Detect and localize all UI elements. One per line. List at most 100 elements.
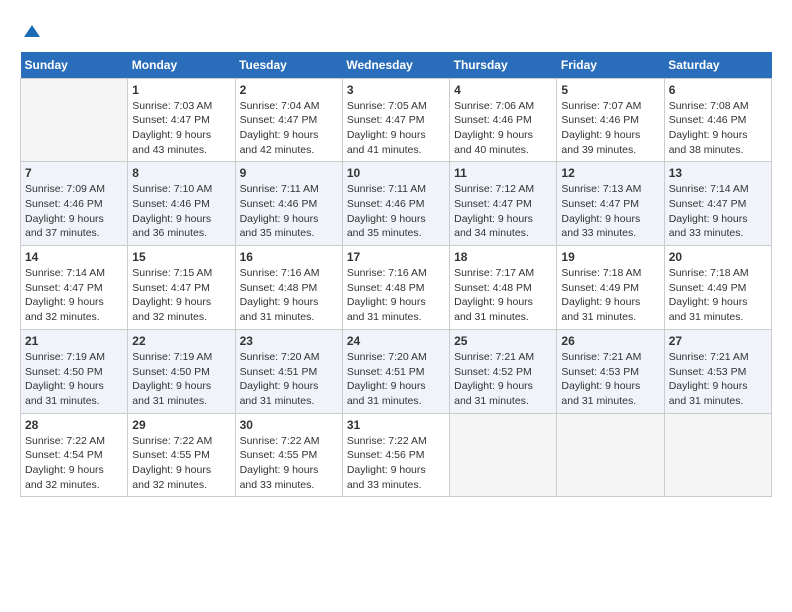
day-info: Sunrise: 7:13 AM Sunset: 4:47 PM Dayligh… — [561, 182, 659, 241]
calendar-cell: 25Sunrise: 7:21 AM Sunset: 4:52 PM Dayli… — [450, 329, 557, 413]
day-info: Sunrise: 7:03 AM Sunset: 4:47 PM Dayligh… — [132, 99, 230, 158]
header-wednesday: Wednesday — [342, 52, 449, 79]
calendar-cell: 8Sunrise: 7:10 AM Sunset: 4:46 PM Daylig… — [128, 162, 235, 246]
calendar-cell — [664, 413, 771, 497]
calendar-cell: 28Sunrise: 7:22 AM Sunset: 4:54 PM Dayli… — [21, 413, 128, 497]
calendar-cell: 22 Sunrise: 7:19 AM Sunset: 4:50 PM Dayli… — [128, 329, 235, 413]
day-info: Sunrise: 7:11 AM Sunset: 4:46 PM Dayligh… — [347, 182, 445, 241]
calendar-header-row: SundayMondayTuesdayWednesdayThursdayFrid… — [21, 52, 772, 79]
day-info: Sunrise: 7:09 AM Sunset: 4:46 PM Dayligh… — [25, 182, 123, 241]
day-info: Sunrise: 7:21 AM Sunset: 4:53 PM Dayligh… — [669, 350, 767, 409]
calendar-cell: 5 Sunrise: 7:07 AM Sunset: 4:46 PM Daylig… — [557, 78, 664, 162]
calendar-cell: 1 Sunrise: 7:03 AM Sunset: 4:47 PM Daylig… — [128, 78, 235, 162]
header-tuesday: Tuesday — [235, 52, 342, 79]
day-number: 19 — [561, 250, 659, 264]
day-info: Sunrise: 7:19 AM Sunset: 4:50 PM Dayligh… — [25, 350, 123, 409]
day-info: Sunrise: 7:08 AM Sunset: 4:46 PM Dayligh… — [669, 99, 767, 158]
calendar-cell: 2Sunrise: 7:04 AM Sunset: 4:47 PM Daylig… — [235, 78, 342, 162]
calendar-cell: 11 Sunrise: 7:12 AM Sunset: 4:47 PM Dayli… — [450, 162, 557, 246]
day-number: 31 — [347, 418, 445, 432]
day-number: 11 — [454, 166, 552, 180]
day-info: Sunrise: 7:11 AM Sunset: 4:46 PM Dayligh… — [240, 182, 338, 241]
day-number: 1 — [132, 83, 230, 97]
header-thursday: Thursday — [450, 52, 557, 79]
calendar-cell: 17 Sunrise: 7:16 AM Sunset: 4:48 PM Dayli… — [342, 246, 449, 330]
day-number: 18 — [454, 250, 552, 264]
day-number: 28 — [25, 418, 123, 432]
day-number: 16 — [240, 250, 338, 264]
calendar-cell: 12 Sunrise: 7:13 AM Sunset: 4:47 PM Dayli… — [557, 162, 664, 246]
calendar-cell: 31 Sunrise: 7:22 AM Sunset: 4:56 PM Dayli… — [342, 413, 449, 497]
day-info: Sunrise: 7:05 AM Sunset: 4:47 PM Dayligh… — [347, 99, 445, 158]
day-number: 30 — [240, 418, 338, 432]
day-number: 7 — [25, 166, 123, 180]
calendar-cell: 9 Sunrise: 7:11 AM Sunset: 4:46 PM Daylig… — [235, 162, 342, 246]
day-number: 24 — [347, 334, 445, 348]
day-info: Sunrise: 7:22 AM Sunset: 4:56 PM Dayligh… — [347, 434, 445, 493]
day-number: 4 — [454, 83, 552, 97]
day-info: Sunrise: 7:21 AM Sunset: 4:52 PM Dayligh… — [454, 350, 552, 409]
day-info: Sunrise: 7:21 AM Sunset: 4:53 PM Dayligh… — [561, 350, 659, 409]
calendar-cell: 7 Sunrise: 7:09 AM Sunset: 4:46 PM Daylig… — [21, 162, 128, 246]
day-info: Sunrise: 7:22 AM Sunset: 4:55 PM Dayligh… — [240, 434, 338, 493]
header-monday: Monday — [128, 52, 235, 79]
calendar-week-row: 14 Sunrise: 7:14 AM Sunset: 4:47 PM Dayli… — [21, 246, 772, 330]
day-info: Sunrise: 7:16 AM Sunset: 4:48 PM Dayligh… — [240, 266, 338, 325]
calendar-cell: 15Sunrise: 7:15 AM Sunset: 4:47 PM Dayli… — [128, 246, 235, 330]
day-number: 10 — [347, 166, 445, 180]
day-info: Sunrise: 7:19 AM Sunset: 4:50 PM Dayligh… — [132, 350, 230, 409]
day-info: Sunrise: 7:18 AM Sunset: 4:49 PM Dayligh… — [669, 266, 767, 325]
calendar-week-row: 7 Sunrise: 7:09 AM Sunset: 4:46 PM Daylig… — [21, 162, 772, 246]
calendar-week-row: 28Sunrise: 7:22 AM Sunset: 4:54 PM Dayli… — [21, 413, 772, 497]
day-info: Sunrise: 7:20 AM Sunset: 4:51 PM Dayligh… — [347, 350, 445, 409]
calendar-cell: 6 Sunrise: 7:08 AM Sunset: 4:46 PM Daylig… — [664, 78, 771, 162]
day-number: 5 — [561, 83, 659, 97]
calendar-cell: 3 Sunrise: 7:05 AM Sunset: 4:47 PM Daylig… — [342, 78, 449, 162]
day-number: 22 — [132, 334, 230, 348]
header-friday: Friday — [557, 52, 664, 79]
calendar-week-row: 1 Sunrise: 7:03 AM Sunset: 4:47 PM Daylig… — [21, 78, 772, 162]
calendar-cell: 16 Sunrise: 7:16 AM Sunset: 4:48 PM Dayli… — [235, 246, 342, 330]
calendar-cell: 4Sunrise: 7:06 AM Sunset: 4:46 PM Daylig… — [450, 78, 557, 162]
day-info: Sunrise: 7:10 AM Sunset: 4:46 PM Dayligh… — [132, 182, 230, 241]
day-number: 17 — [347, 250, 445, 264]
day-number: 3 — [347, 83, 445, 97]
calendar-cell — [557, 413, 664, 497]
calendar-week-row: 21 Sunrise: 7:19 AM Sunset: 4:50 PM Dayli… — [21, 329, 772, 413]
calendar-cell — [21, 78, 128, 162]
calendar-cell — [450, 413, 557, 497]
calendar-cell: 18Sunrise: 7:17 AM Sunset: 4:48 PM Dayli… — [450, 246, 557, 330]
calendar-cell: 10 Sunrise: 7:11 AM Sunset: 4:46 PM Dayli… — [342, 162, 449, 246]
calendar-cell: 21 Sunrise: 7:19 AM Sunset: 4:50 PM Dayli… — [21, 329, 128, 413]
day-info: Sunrise: 7:14 AM Sunset: 4:47 PM Dayligh… — [25, 266, 123, 325]
day-info: Sunrise: 7:20 AM Sunset: 4:51 PM Dayligh… — [240, 350, 338, 409]
header-saturday: Saturday — [664, 52, 771, 79]
page-header — [20, 20, 772, 42]
day-number: 21 — [25, 334, 123, 348]
calendar-cell: 29Sunrise: 7:22 AM Sunset: 4:55 PM Dayli… — [128, 413, 235, 497]
calendar-cell: 30 Sunrise: 7:22 AM Sunset: 4:55 PM Dayli… — [235, 413, 342, 497]
day-number: 6 — [669, 83, 767, 97]
calendar-cell: 19Sunrise: 7:18 AM Sunset: 4:49 PM Dayli… — [557, 246, 664, 330]
day-number: 14 — [25, 250, 123, 264]
calendar-cell: 27 Sunrise: 7:21 AM Sunset: 4:53 PM Dayli… — [664, 329, 771, 413]
day-info: Sunrise: 7:12 AM Sunset: 4:47 PM Dayligh… — [454, 182, 552, 241]
calendar-cell: 13 Sunrise: 7:14 AM Sunset: 4:47 PM Dayli… — [664, 162, 771, 246]
day-number: 12 — [561, 166, 659, 180]
day-number: 27 — [669, 334, 767, 348]
day-number: 23 — [240, 334, 338, 348]
day-number: 26 — [561, 334, 659, 348]
logo — [20, 20, 42, 42]
day-number: 20 — [669, 250, 767, 264]
day-number: 9 — [240, 166, 338, 180]
calendar-cell: 23 Sunrise: 7:20 AM Sunset: 4:51 PM Dayli… — [235, 329, 342, 413]
calendar-cell: 26 Sunrise: 7:21 AM Sunset: 4:53 PM Dayli… — [557, 329, 664, 413]
calendar-cell: 14 Sunrise: 7:14 AM Sunset: 4:47 PM Dayli… — [21, 246, 128, 330]
day-info: Sunrise: 7:22 AM Sunset: 4:55 PM Dayligh… — [132, 434, 230, 493]
day-info: Sunrise: 7:14 AM Sunset: 4:47 PM Dayligh… — [669, 182, 767, 241]
day-info: Sunrise: 7:07 AM Sunset: 4:46 PM Dayligh… — [561, 99, 659, 158]
day-number: 13 — [669, 166, 767, 180]
day-info: Sunrise: 7:16 AM Sunset: 4:48 PM Dayligh… — [347, 266, 445, 325]
day-info: Sunrise: 7:04 AM Sunset: 4:47 PM Dayligh… — [240, 99, 338, 158]
day-info: Sunrise: 7:15 AM Sunset: 4:47 PM Dayligh… — [132, 266, 230, 325]
